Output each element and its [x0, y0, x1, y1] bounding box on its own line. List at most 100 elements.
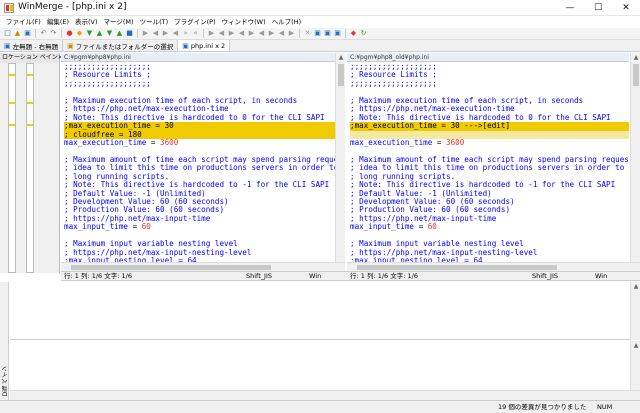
code-line[interactable]: ;;;;;;;;;;;;;;;;;;; [64, 79, 344, 88]
menu-tools[interactable]: ツール(T) [137, 16, 172, 28]
diff-marker [27, 74, 33, 76]
rescan-icon[interactable]: ◆ [75, 29, 84, 38]
redo-icon[interactable]: ↷ [49, 29, 58, 38]
scroll-up-icon[interactable]: ▲ [631, 282, 640, 291]
compare-icon: ▣ [182, 41, 189, 50]
toolbar-separator [35, 29, 36, 38]
code-line[interactable]: ;;;;;;;;;;;;;;;;;;; [350, 79, 629, 88]
left-vertical-scrollbar[interactable]: ▲ [335, 53, 345, 262]
scroll-up-icon[interactable]: ▲ [631, 341, 640, 350]
right-pane-status: 行: 1 列: 1/6 文字: 1/6 Shift_JIS Win [347, 271, 640, 281]
copy-all-right-icon[interactable]: » [181, 29, 190, 38]
diff-line[interactable]: ;max_execution_time = 30 --->[edit] [350, 121, 629, 131]
toolbar-separator [203, 29, 204, 38]
undo-icon[interactable]: ↶ [39, 29, 48, 38]
filter-icon[interactable]: ● [65, 29, 74, 38]
code-line[interactable]: max_input_time = 60 [64, 223, 344, 231]
delete-icon[interactable]: ✕ [303, 29, 312, 38]
menu-edit[interactable]: 編集(E) [44, 16, 72, 28]
close-button[interactable]: ✕ [612, 0, 640, 16]
open-left-icon[interactable]: ▣ [313, 29, 322, 38]
diff-top-scrollbar[interactable]: ▲ [630, 282, 640, 340]
diff-detail-right[interactable] [10, 341, 630, 390]
three-way-8-icon[interactable]: ◀ [277, 29, 286, 38]
diff-pane-header: Diff ペイン [0, 282, 9, 400]
first-diff-icon[interactable]: ▼ [85, 29, 94, 38]
eol-label: Win [595, 272, 608, 280]
setting-value: 60 [141, 222, 151, 232]
right-file-pane[interactable]: C:¥pgm¥php8_old¥php.ini ;;;;;;;;;;;;;;;;… [347, 53, 629, 262]
left-file-pane[interactable]: C:¥pgm¥php8¥php.ini ;;;;;;;;;;;;;;;;;;;;… [61, 53, 345, 262]
new-icon[interactable]: □ [3, 29, 12, 38]
current-diff-icon[interactable]: ■ [125, 29, 134, 38]
three-way-icon[interactable]: ▶ [207, 29, 216, 38]
tab-untitled[interactable]: ▣ 左無題 - 右無題 [0, 40, 64, 51]
encoding-label: Shift_JIS [532, 272, 558, 280]
menu-help[interactable]: ヘルプ(H) [269, 16, 304, 28]
menu-view[interactable]: 表示(V) [72, 16, 101, 28]
tab-select-files[interactable]: ▣ ファイルまたはフォルダーの選択 [63, 40, 179, 51]
window-title: WinMerge - [php.ini x 2] [18, 2, 127, 12]
setting-key: max_input_time [350, 222, 415, 232]
toolbar-separator [345, 29, 346, 38]
three-way-9-icon[interactable]: ▶ [287, 29, 296, 38]
right-horizontal-scrollbar[interactable] [347, 262, 640, 271]
next-diff-icon[interactable]: ▼ [105, 29, 114, 38]
three-way-4-icon[interactable]: ◀ [237, 29, 246, 38]
eol-label: Win [309, 272, 322, 280]
scroll-up-icon[interactable]: ▲ [631, 53, 640, 62]
open-icon[interactable]: ▲ [13, 29, 22, 38]
code-line[interactable]: max_execution_time = 3600 [350, 137, 629, 147]
setting-value: 3600 [446, 137, 465, 147]
scroll-thumb[interactable] [71, 265, 271, 270]
setting-key: max_execution_time [350, 137, 433, 147]
left-code-view[interactable]: ;;;;;;;;;;;;;;;;;;;; Resource Limits ;;;… [61, 62, 344, 262]
open-both-icon[interactable]: ▣ [333, 29, 342, 38]
three-way-7-icon[interactable]: ▶ [267, 29, 276, 38]
winmerge-app-icon[interactable] [4, 3, 14, 13]
scroll-up-icon[interactable]: ▲ [336, 53, 346, 62]
menu-plugins[interactable]: プラグイン(P) [171, 16, 219, 28]
three-way-6-icon[interactable]: ◀ [257, 29, 266, 38]
refresh-icon[interactable]: ↻ [359, 29, 368, 38]
diff-detail-left[interactable] [10, 282, 630, 340]
left-horizontal-scrollbar[interactable] [61, 262, 345, 271]
maximize-button[interactable]: ☐ [584, 0, 612, 16]
three-way-2-icon[interactable]: ◀ [217, 29, 226, 38]
copy-right-advance-icon[interactable]: ▶ [161, 29, 170, 38]
cursor-position: 行: 1 列: 1/6 文字: 1/6 [64, 272, 132, 280]
scroll-thumb[interactable] [633, 64, 639, 86]
copy-left-advance-icon[interactable]: ◀ [171, 29, 180, 38]
minimize-button[interactable]: — [556, 0, 584, 16]
menu-merge[interactable]: マージ(M) [101, 16, 137, 28]
copy-right-icon[interactable]: ▶ [141, 29, 150, 38]
copy-left-icon[interactable]: ◀ [151, 29, 160, 38]
settings-icon[interactable]: ◆ [349, 29, 358, 38]
cursor-position: 行: 1 列: 1/6 文字: 1/6 [350, 272, 418, 280]
three-way-5-icon[interactable]: ▶ [247, 29, 256, 38]
setting-equals: = [432, 137, 447, 147]
tab-php-ini[interactable]: ▣ php.ini x 2 [178, 40, 231, 51]
diff-pane: Diff ペイン ▲ ▲ [0, 282, 640, 400]
menu-window[interactable]: ウィンドウ(W) [219, 16, 269, 28]
prev-diff-icon[interactable]: ▲ [95, 29, 104, 38]
numlock-indicator: NUM [597, 403, 613, 411]
copy-all-left-icon[interactable]: « [191, 29, 200, 38]
scroll-thumb[interactable] [338, 64, 344, 86]
last-diff-icon[interactable]: ▲ [115, 29, 124, 38]
encoding-label: Shift_JIS [246, 272, 272, 280]
code-line[interactable]: max_execution_time = 3600 [64, 138, 344, 147]
location-bar-left[interactable] [8, 63, 16, 273]
menu-file[interactable]: ファイル(F) [3, 16, 44, 28]
right-vertical-scrollbar[interactable]: ▲ [630, 53, 640, 262]
location-bar-right[interactable] [26, 63, 34, 273]
diff-horizontal-scrollbar[interactable] [10, 390, 640, 400]
diff-bottom-scrollbar[interactable]: ▲ [630, 341, 640, 390]
open-right-icon[interactable]: ▣ [323, 29, 332, 38]
code-line[interactable]: max_input_time = 60 [350, 223, 629, 231]
save-icon[interactable]: ▣ [23, 29, 32, 38]
scroll-thumb[interactable] [357, 265, 557, 270]
three-way-3-icon[interactable]: ▶ [227, 29, 236, 38]
right-code-view[interactable]: ;;;;;;;;;;;;;;;;;;;; Resource Limits ;;;… [347, 62, 629, 262]
setting-equals: = [414, 222, 428, 232]
